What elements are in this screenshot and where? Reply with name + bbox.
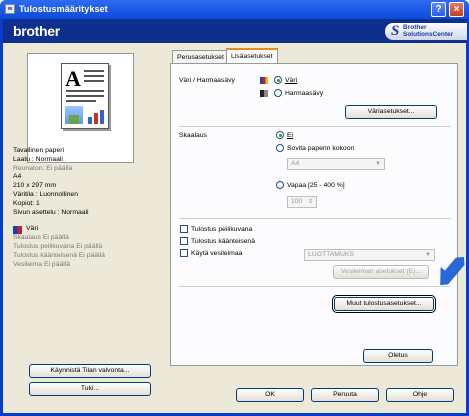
cancel-button[interactable]: Peruuta bbox=[311, 388, 379, 402]
color-mode-icon bbox=[13, 225, 22, 234]
mirror-print-label[interactable]: Tulostus peilikuvana bbox=[191, 226, 252, 233]
grayscale-radio[interactable] bbox=[274, 89, 282, 97]
chevron-down-icon: ▼ bbox=[425, 252, 431, 258]
color-radio[interactable] bbox=[274, 76, 282, 84]
scale-percent-stepper[interactable]: 100 ⇕ bbox=[287, 196, 317, 208]
support-button[interactable]: Tuki... bbox=[29, 382, 151, 396]
status-monitor-button[interactable]: Käynnistä Tilan valvonta... bbox=[29, 364, 151, 378]
watermark-value: LUOTTAMUKS bbox=[308, 251, 354, 258]
reverse-print-checkbox[interactable] bbox=[180, 237, 188, 245]
scale-percent-value: 100 bbox=[291, 198, 303, 205]
scaling-free-label[interactable]: Vapaa [25 - 400 %] bbox=[287, 182, 345, 189]
brother-logo: brother bbox=[13, 23, 60, 39]
watermark-checkbox[interactable] bbox=[180, 249, 188, 257]
watermark-settings-button[interactable]: Vesileiman asetukset (E)... bbox=[333, 265, 429, 279]
scaling-off-radio[interactable] bbox=[276, 131, 284, 139]
picture-icon bbox=[65, 106, 83, 124]
ok-button[interactable]: OK bbox=[236, 388, 304, 402]
help-button[interactable]: Ohje bbox=[386, 388, 454, 402]
title-bar: Tulostusmääritykset ? × bbox=[0, 0, 469, 19]
printer-preferences-window: Tulostusmääritykset ? × brother S Brothe… bbox=[0, 0, 469, 416]
tab-advanced[interactable]: Lisäasetukset bbox=[226, 48, 278, 64]
summary-line: Sivun asettelu : Normaali bbox=[13, 208, 89, 216]
summary-extra: Tulostus peilikuvana Ei päällä bbox=[13, 242, 103, 250]
scaling-fit-label[interactable]: Sovita paperin kokoon bbox=[287, 145, 354, 152]
color-radio-label[interactable]: Väri bbox=[285, 77, 297, 84]
printer-icon bbox=[5, 4, 15, 14]
chart-icon bbox=[87, 110, 107, 124]
summary-color: Väri bbox=[26, 225, 39, 233]
color-section-label: Väri / Harmaasävy bbox=[179, 77, 235, 84]
summary-extra: Skaalaus Ei päällä bbox=[13, 234, 69, 242]
summary-line: Tavallinen paperi bbox=[13, 147, 65, 154]
pointer-arrow-icon bbox=[440, 256, 465, 286]
summary-line: Kopiot: 1 bbox=[13, 199, 40, 207]
brand-banner: brother S Brother SolutionsCenter bbox=[3, 19, 467, 43]
other-print-settings-button[interactable]: Muut tulostusasetukset... bbox=[332, 295, 436, 313]
color-icon bbox=[260, 77, 268, 84]
tab-basic[interactable]: Perusasetukset bbox=[172, 50, 229, 64]
summary-line: Väritila : Luonnollinen bbox=[13, 190, 78, 198]
solutions-center-button[interactable]: S Brother SolutionsCenter bbox=[385, 23, 467, 40]
close-button[interactable]: × bbox=[449, 2, 464, 17]
summary-line: 210 x 297 mm bbox=[13, 182, 57, 190]
solutions-line2: SolutionsCenter bbox=[403, 30, 454, 38]
scaling-fit-radio[interactable] bbox=[276, 144, 284, 152]
chevron-down-icon: ▼ bbox=[375, 161, 381, 167]
watermark-label[interactable]: Käytä vesileimaa bbox=[191, 250, 242, 257]
scaling-section-label: Skaalaus bbox=[179, 132, 207, 139]
color-settings-button[interactable]: Väriasetukset... bbox=[345, 105, 437, 119]
default-button[interactable]: Oletus bbox=[363, 349, 433, 363]
help-title-button[interactable]: ? bbox=[431, 2, 446, 17]
dialog-body: A Tavallinen paperi Laatu : Normaali Reu… bbox=[3, 43, 466, 413]
scaling-free-radio[interactable] bbox=[276, 181, 284, 189]
mirror-print-checkbox[interactable] bbox=[180, 225, 188, 233]
summary-line: Reunaton: Ei päällä bbox=[13, 164, 73, 172]
advanced-tab-panel: Väri / Harmaasävy Väri Harmaasävy Värias… bbox=[170, 63, 458, 366]
scaling-off-label[interactable]: Ei bbox=[287, 132, 293, 139]
window-title: Tulostusmääritykset bbox=[19, 4, 108, 14]
summary-extra: Vesileima Ei päällä bbox=[13, 260, 71, 268]
summary-line: A4 bbox=[13, 173, 22, 181]
fit-paper-value: A4 bbox=[291, 160, 300, 167]
spin-arrows-icon[interactable]: ⇕ bbox=[308, 197, 313, 207]
summary-line: Laatu : Normaali bbox=[13, 155, 63, 163]
fit-paper-select[interactable]: A4 ▼ bbox=[287, 158, 385, 170]
watermark-select[interactable]: LUOTTAMUKS ▼ bbox=[304, 249, 435, 261]
grayscale-radio-label[interactable]: Harmaasävy bbox=[285, 90, 323, 97]
reverse-print-label[interactable]: Tulostus käänteisenä bbox=[191, 238, 255, 245]
document-preview-icon: A bbox=[61, 63, 109, 129]
grayscale-icon bbox=[260, 90, 268, 97]
summary-extra: Tulostus käänteisenä Ei päällä bbox=[13, 251, 105, 259]
settings-summary: Tavallinen paperi Laatu : Normaali Reuna… bbox=[13, 147, 153, 269]
solutions-center-icon: S bbox=[391, 23, 400, 39]
